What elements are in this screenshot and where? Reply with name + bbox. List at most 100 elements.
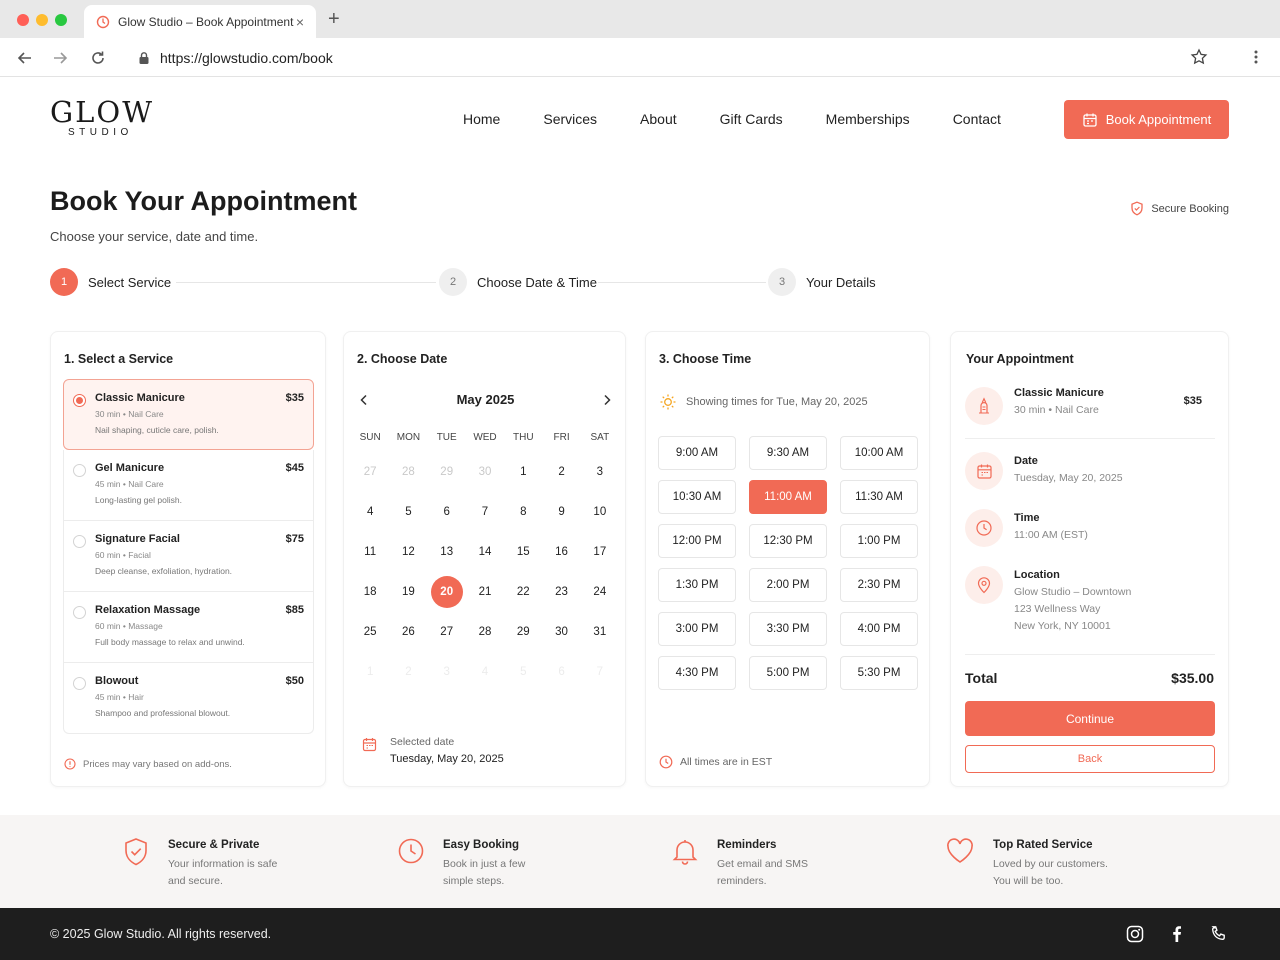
location-line-3: New York, NY 10001 [1014, 620, 1111, 632]
time-slot[interactable]: 9:30 AM [749, 436, 827, 470]
calendar-day[interactable]: 13 [428, 532, 466, 572]
time-slot[interactable]: 9:00 AM [658, 436, 736, 470]
time-slot[interactable]: 10:30 AM [658, 480, 736, 514]
calendar-day[interactable]: 15 [504, 532, 542, 572]
calendar-day[interactable]: 30 [542, 612, 580, 652]
time-slot[interactable]: 12:30 PM [749, 524, 827, 558]
continue-button[interactable]: Continue [965, 701, 1215, 736]
facebook-icon[interactable] [1168, 925, 1186, 943]
phone-icon[interactable] [1209, 925, 1227, 943]
time-slot[interactable]: 4:00 PM [840, 612, 918, 646]
calendar-day[interactable]: 2 [542, 452, 580, 492]
calendar-day[interactable]: 10 [581, 492, 619, 532]
service-option-blowout[interactable]: Blowout $50 45 min • Hair Shampoo and pr… [63, 663, 314, 734]
book-appointment-button[interactable]: Book Appointment [1064, 100, 1229, 139]
minimize-window-button[interactable] [36, 14, 48, 26]
service-name: Relaxation Massage [95, 604, 201, 616]
calendar-day[interactable]: 24 [581, 572, 619, 612]
forward-arrow-icon[interactable] [50, 48, 70, 68]
radio-button[interactable] [73, 677, 86, 690]
calendar-day[interactable]: 7 [466, 492, 504, 532]
time-slot-selected[interactable]: 11:00 AM [749, 480, 827, 514]
calendar-day[interactable]: 12 [389, 532, 427, 572]
close-window-button[interactable] [17, 14, 29, 26]
service-option-classic-manicure[interactable]: Classic Manicure $35 30 min • Nail Care … [63, 379, 314, 450]
calendar-day[interactable]: 3 [581, 452, 619, 492]
calendar-grid: SUN MON TUE WED THU FRI SAT 27 28 29 30 … [351, 432, 619, 692]
back-button[interactable]: Back [965, 745, 1215, 773]
calendar-day[interactable]: 1 [504, 452, 542, 492]
reload-icon[interactable] [88, 48, 108, 68]
nav-memberships[interactable]: Memberships [826, 111, 910, 127]
calendar-day[interactable]: 11 [351, 532, 389, 572]
time-slot[interactable]: 5:30 PM [840, 656, 918, 690]
service-option-gel-manicure[interactable]: Gel Manicure $45 45 min • Nail Care Long… [63, 450, 314, 521]
date-card: 2. Choose Date May 2025 SUN MON TUE WED … [343, 331, 626, 787]
calendar-day[interactable]: 14 [466, 532, 504, 572]
radio-button[interactable] [73, 464, 86, 477]
calendar-day[interactable]: 29 [504, 612, 542, 652]
site-logo[interactable]: GLOW STUDIO [50, 97, 160, 138]
time-slot[interactable]: 2:30 PM [840, 568, 918, 602]
summary-divider [965, 654, 1215, 655]
new-tab-button[interactable]: + [328, 9, 340, 29]
browser-menu-icon[interactable] [1254, 49, 1258, 65]
time-slot-grid: 9:00 AM 9:30 AM 10:00 AM 10:30 AM 11:00 … [658, 436, 918, 690]
nav-home[interactable]: Home [463, 111, 500, 127]
time-slot[interactable]: 3:30 PM [749, 612, 827, 646]
calendar-day[interactable]: 18 [351, 572, 389, 612]
calendar-day[interactable]: 28 [466, 612, 504, 652]
calendar-day[interactable]: 22 [504, 572, 542, 612]
calendar-day[interactable]: 6 [428, 492, 466, 532]
calendar-day[interactable]: 31 [581, 612, 619, 652]
calendar-day[interactable]: 16 [542, 532, 580, 572]
calendar-day[interactable]: 4 [351, 492, 389, 532]
calendar-day[interactable]: 19 [389, 572, 427, 612]
total-value: $35.00 [1171, 670, 1214, 686]
calendar-day[interactable]: 26 [389, 612, 427, 652]
nav-about[interactable]: About [640, 111, 677, 127]
url-field[interactable]: https://glowstudio.com/book [124, 43, 1220, 72]
bookmark-star-icon[interactable] [1190, 48, 1208, 66]
radio-button[interactable] [73, 394, 86, 407]
step-choose-date-time[interactable]: 2 Choose Date & Time [439, 268, 597, 296]
browser-tab[interactable]: Glow Studio – Book Appointment × [84, 5, 316, 38]
calendar-day[interactable]: 21 [466, 572, 504, 612]
time-slot[interactable]: 3:00 PM [658, 612, 736, 646]
nav-contact[interactable]: Contact [953, 111, 1001, 127]
time-slot[interactable]: 1:30 PM [658, 568, 736, 602]
time-slot[interactable]: 5:00 PM [749, 656, 827, 690]
time-slot[interactable]: 10:00 AM [840, 436, 918, 470]
chevron-left-icon[interactable] [357, 393, 371, 407]
time-slot[interactable]: 12:00 PM [658, 524, 736, 558]
radio-button[interactable] [73, 535, 86, 548]
calendar-day-next-month: 1 [366, 666, 374, 678]
calendar-day[interactable]: 9 [542, 492, 580, 532]
calendar-day[interactable]: 5 [389, 492, 427, 532]
calendar-day[interactable]: 23 [542, 572, 580, 612]
nav-services[interactable]: Services [543, 111, 597, 127]
service-option-relaxation-massage[interactable]: Relaxation Massage $85 60 min • Massage … [63, 592, 314, 663]
feature-text: Get email and SMS reminders. [717, 856, 847, 890]
calendar-day-selected[interactable]: 20 [428, 572, 466, 612]
time-slot[interactable]: 11:30 AM [840, 480, 918, 514]
calendar-day[interactable]: 25 [351, 612, 389, 652]
step-select-service[interactable]: 1 Select Service [50, 268, 171, 296]
step-your-details[interactable]: 3 Your Details [768, 268, 876, 296]
tab-close-icon[interactable]: × [296, 14, 304, 30]
calendar-day[interactable]: 27 [428, 612, 466, 652]
instagram-icon[interactable] [1126, 925, 1144, 943]
summary-service-meta: 30 min • Nail Care [1014, 404, 1099, 416]
time-slot[interactable]: 1:00 PM [840, 524, 918, 558]
time-slot[interactable]: 4:30 PM [658, 656, 736, 690]
chevron-right-icon[interactable] [600, 393, 614, 407]
calendar-day[interactable]: 17 [581, 532, 619, 572]
time-slot[interactable]: 2:00 PM [749, 568, 827, 602]
service-option-signature-facial[interactable]: Signature Facial $75 60 min • Facial Dee… [63, 521, 314, 592]
zoom-window-button[interactable] [55, 14, 67, 26]
calendar-day[interactable]: 8 [504, 492, 542, 532]
service-description: Shampoo and professional blowout. [95, 708, 231, 718]
radio-button[interactable] [73, 606, 86, 619]
back-arrow-icon[interactable] [15, 48, 35, 68]
nav-gift-cards[interactable]: Gift Cards [720, 111, 783, 127]
